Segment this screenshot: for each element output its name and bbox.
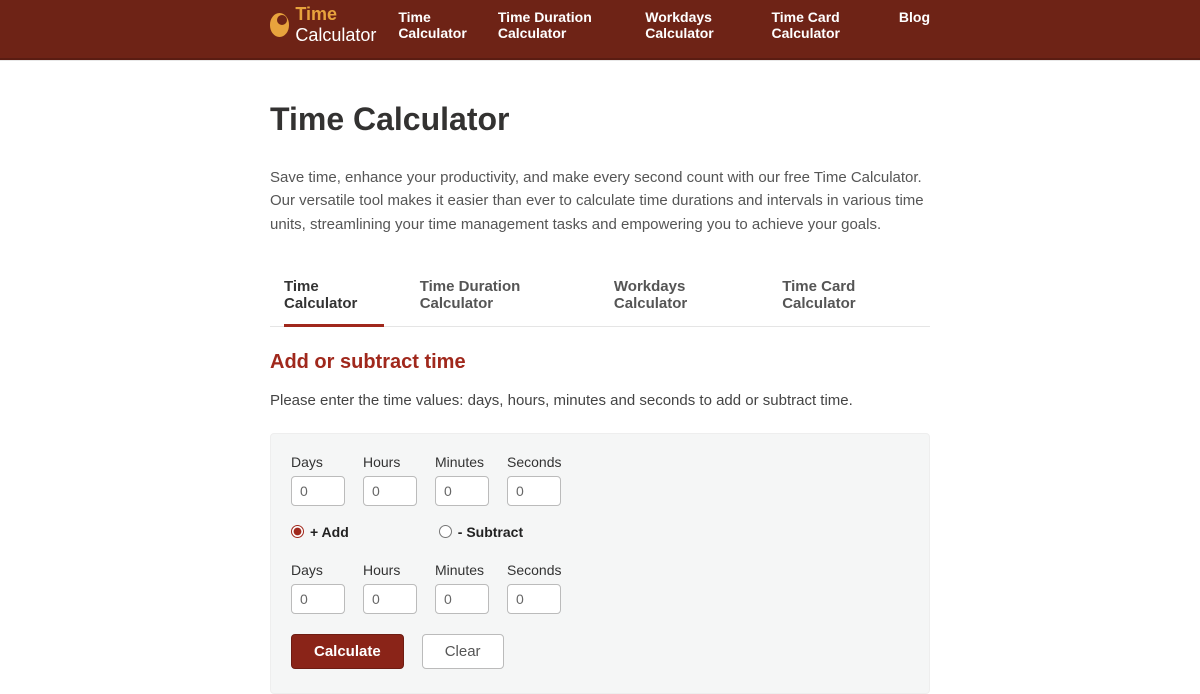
tab-time-duration-calculator[interactable]: Time Duration Calculator [420, 268, 578, 326]
page-title: Time Calculator [270, 101, 930, 138]
radio-add-input[interactable] [291, 525, 304, 538]
radio-add-label: + Add [310, 524, 349, 540]
operation-radio-group: + Add - Subtract [291, 524, 909, 540]
input-seconds-2[interactable] [507, 584, 561, 614]
radio-subtract-input[interactable] [439, 525, 452, 538]
nav-time-calculator[interactable]: Time Calculator [398, 9, 480, 41]
tab-time-calculator[interactable]: Time Calculator [284, 268, 384, 327]
radio-subtract[interactable]: - Subtract [439, 524, 523, 540]
radio-add[interactable]: + Add [291, 524, 349, 540]
label-seconds-2: Seconds [507, 562, 561, 578]
label-minutes-1: Minutes [435, 454, 489, 470]
label-days-2: Days [291, 562, 345, 578]
tab-time-card-calculator[interactable]: Time Card Calculator [782, 268, 916, 326]
section-instruction: Please enter the time values: days, hour… [270, 392, 930, 409]
brand-text-1: Time [295, 4, 337, 24]
clock-icon [270, 13, 289, 37]
input-seconds-1[interactable] [507, 476, 561, 506]
nav-time-duration-calculator[interactable]: Time Duration Calculator [498, 9, 627, 41]
nav-time-card-calculator[interactable]: Time Card Calculator [771, 9, 880, 41]
clear-button[interactable]: Clear [422, 634, 504, 669]
calculate-button[interactable]: Calculate [291, 634, 404, 669]
label-hours-1: Hours [363, 454, 417, 470]
label-days-1: Days [291, 454, 345, 470]
input-days-2[interactable] [291, 584, 345, 614]
input-hours-1[interactable] [363, 476, 417, 506]
site-header: Time Calculator Time Calculator Time Dur… [0, 0, 1200, 60]
nav-blog[interactable]: Blog [899, 9, 930, 41]
tab-workdays-calculator[interactable]: Workdays Calculator [614, 268, 746, 326]
input-hours-2[interactable] [363, 584, 417, 614]
page-intro: Save time, enhance your productivity, an… [270, 166, 930, 236]
time-form-panel: Days Hours Minutes Seconds + Add [270, 433, 930, 694]
time-row-2: Days Hours Minutes Seconds [291, 562, 909, 614]
label-seconds-1: Seconds [507, 454, 561, 470]
calculator-tabs: Time Calculator Time Duration Calculator… [270, 268, 930, 327]
section-heading: Add or subtract time [270, 351, 930, 374]
input-minutes-2[interactable] [435, 584, 489, 614]
nav-workdays-calculator[interactable]: Workdays Calculator [645, 9, 753, 41]
radio-subtract-label: - Subtract [458, 524, 523, 540]
form-buttons: Calculate Clear [291, 634, 909, 669]
brand-text-2: Calculator [295, 25, 376, 45]
input-minutes-1[interactable] [435, 476, 489, 506]
label-minutes-2: Minutes [435, 562, 489, 578]
main-content: Time Calculator Save time, enhance your … [270, 61, 930, 694]
top-nav: Time Calculator Time Duration Calculator… [398, 9, 930, 41]
brand-logo[interactable]: Time Calculator [270, 4, 398, 46]
input-days-1[interactable] [291, 476, 345, 506]
time-row-1: Days Hours Minutes Seconds [291, 454, 909, 506]
label-hours-2: Hours [363, 562, 417, 578]
